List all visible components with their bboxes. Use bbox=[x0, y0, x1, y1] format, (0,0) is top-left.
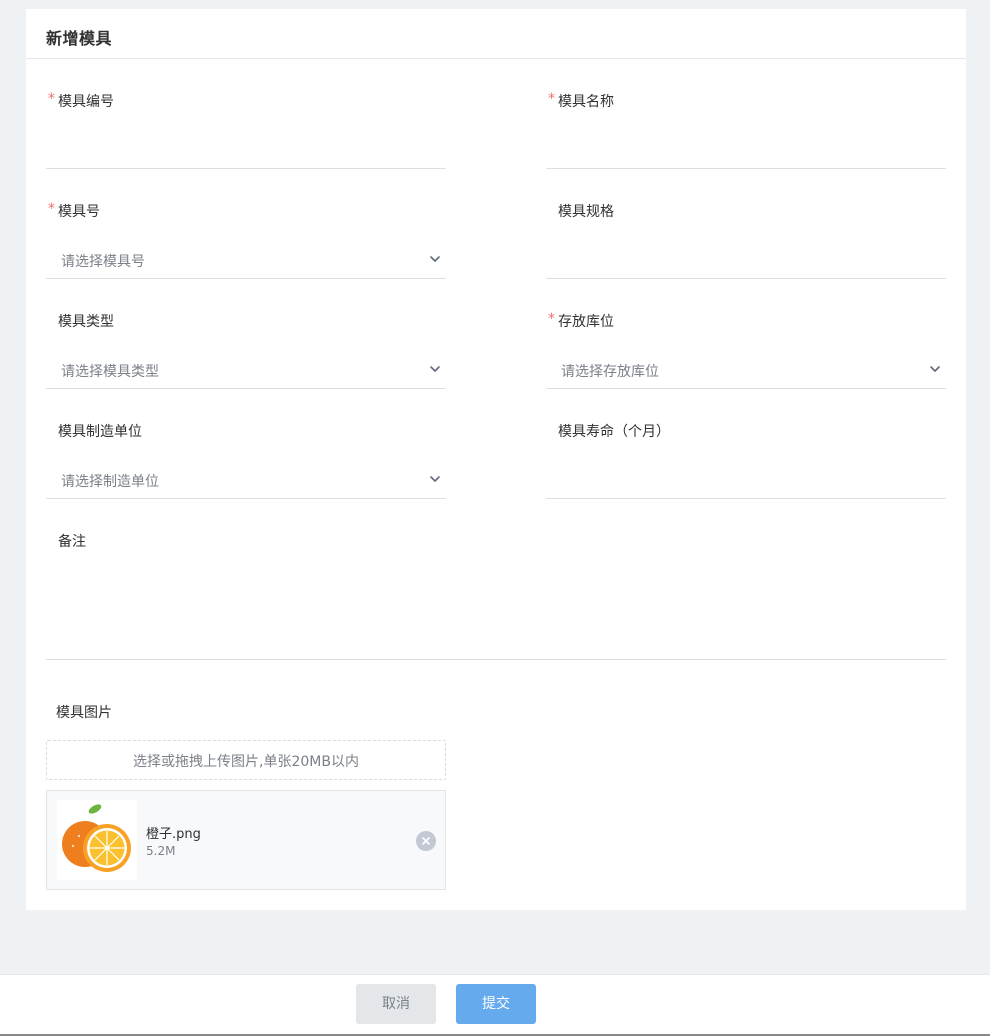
page-title: 新增模具 bbox=[46, 29, 113, 48]
input-underline bbox=[46, 168, 446, 169]
required-mark: * bbox=[48, 201, 55, 217]
manufacturer-select[interactable]: 请选择制造单位 bbox=[46, 463, 446, 495]
input-underline bbox=[546, 168, 946, 169]
mold-spec-label: 模具规格 bbox=[558, 204, 614, 220]
mold-name-label: 模具名称 bbox=[558, 94, 614, 110]
file-thumbnail bbox=[57, 800, 137, 880]
input-underline bbox=[46, 388, 446, 389]
required-mark: * bbox=[48, 91, 55, 107]
remark-textarea[interactable] bbox=[46, 573, 946, 657]
chevron-down-icon bbox=[930, 366, 940, 372]
mold-type-placeholder: 请选择模具类型 bbox=[61, 364, 159, 380]
mold-name-input[interactable] bbox=[546, 133, 946, 165]
mold-number-select[interactable]: 请选择模具号 bbox=[46, 243, 446, 275]
cancel-button[interactable]: 取消 bbox=[356, 984, 436, 1024]
storage-location-placeholder: 请选择存放库位 bbox=[561, 364, 659, 380]
lifespan-input[interactable] bbox=[546, 463, 946, 495]
close-icon bbox=[422, 837, 430, 845]
uploaded-file-card: 橙子.png 5.2M bbox=[46, 790, 446, 890]
input-underline bbox=[46, 498, 446, 499]
submit-button[interactable]: 提交 bbox=[456, 984, 536, 1024]
file-size: 5.2M bbox=[146, 844, 176, 858]
input-underline bbox=[546, 498, 946, 499]
input-underline bbox=[546, 278, 946, 279]
file-name: 橙子.png bbox=[146, 827, 201, 842]
form-footer: 取消 提交 bbox=[0, 974, 990, 1036]
chevron-down-icon bbox=[430, 366, 440, 372]
mold-number-placeholder: 请选择模具号 bbox=[61, 254, 145, 270]
orange-image-icon bbox=[62, 804, 131, 872]
mold-code-label: 模具编号 bbox=[58, 94, 114, 110]
storage-location-label: 存放库位 bbox=[558, 314, 614, 330]
chevron-down-icon bbox=[430, 256, 440, 262]
storage-location-select[interactable]: 请选择存放库位 bbox=[546, 353, 946, 385]
required-mark: * bbox=[548, 91, 555, 107]
mold-type-label: 模具类型 bbox=[58, 314, 114, 330]
mold-code-input[interactable] bbox=[46, 133, 446, 165]
manufacturer-placeholder: 请选择制造单位 bbox=[61, 474, 159, 490]
mold-spec-input[interactable] bbox=[546, 243, 946, 275]
mold-type-select[interactable]: 请选择模具类型 bbox=[46, 353, 446, 385]
input-underline bbox=[546, 388, 946, 389]
card-header: 新增模具 bbox=[26, 9, 966, 59]
chevron-down-icon bbox=[430, 476, 440, 482]
mold-image-label: 模具图片 bbox=[56, 705, 112, 721]
image-upload-dropzone[interactable]: 选择或拖拽上传图片,单张20MB以内 bbox=[46, 740, 446, 780]
remove-file-button[interactable] bbox=[416, 831, 436, 851]
lifespan-label: 模具寿命（个月） bbox=[558, 424, 670, 440]
textarea-underline bbox=[46, 659, 946, 660]
dropzone-hint: 选择或拖拽上传图片,单张20MB以内 bbox=[133, 754, 359, 770]
input-underline bbox=[46, 278, 446, 279]
manufacturer-label: 模具制造单位 bbox=[58, 424, 142, 440]
remark-label: 备注 bbox=[58, 534, 86, 550]
mold-number-label: 模具号 bbox=[58, 204, 100, 220]
add-mold-form-card: 新增模具 * 模具编号 * 模具名称 * 模具号 请选择模具号 模具规格 模具类… bbox=[26, 9, 966, 910]
required-mark: * bbox=[548, 311, 555, 327]
